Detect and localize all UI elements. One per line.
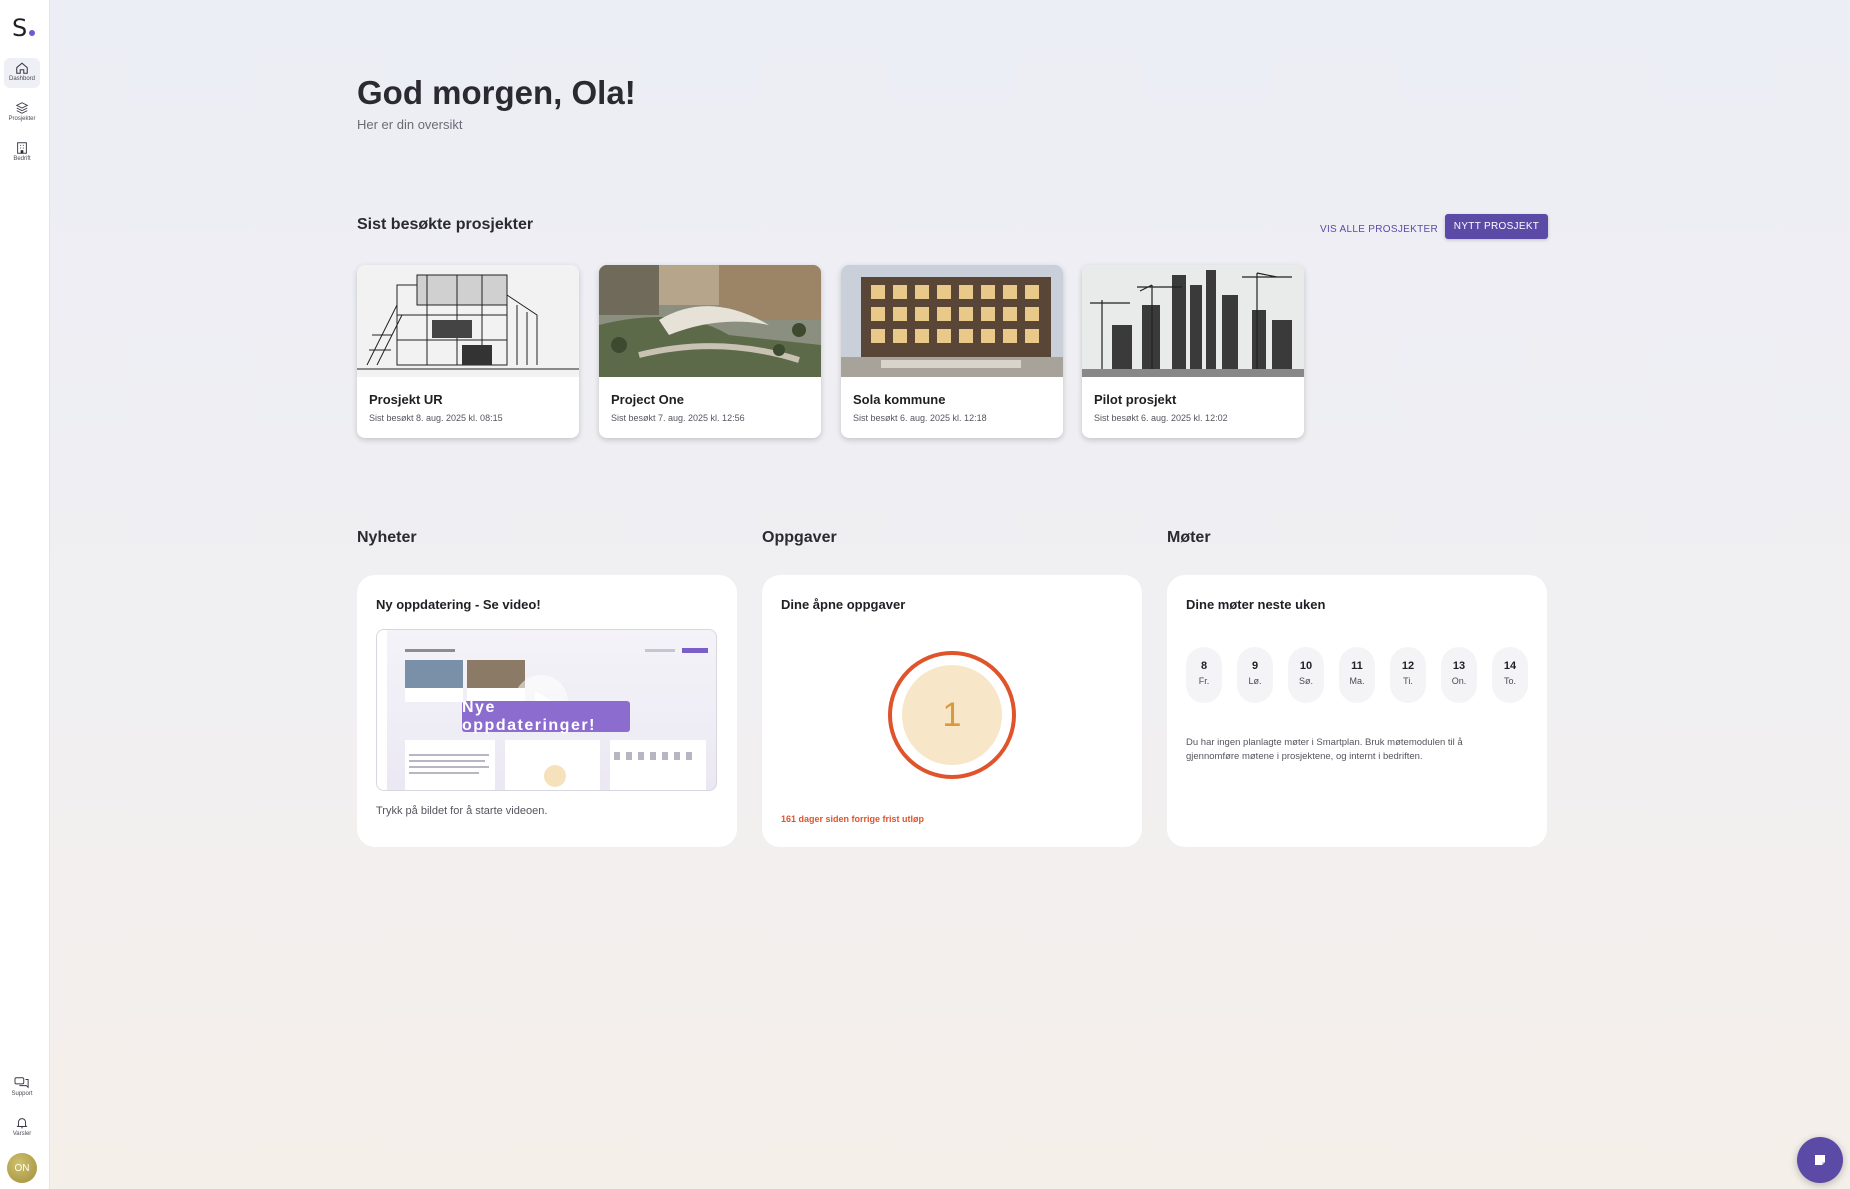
project-image: [599, 265, 821, 377]
sidebar-item-projects[interactable]: Prosjekter: [4, 98, 40, 128]
open-tasks-ring[interactable]: 1: [887, 650, 1017, 780]
day-number: 14: [1503, 660, 1517, 672]
project-card[interactable]: Prosjekt UR Sist besøkt 8. aug. 2025 kl.…: [357, 265, 579, 438]
home-icon: [16, 62, 28, 74]
day-weekday: Ma.: [1349, 676, 1365, 686]
day-number: 8: [1200, 660, 1208, 672]
page-title: God morgen, Ola!: [357, 74, 636, 111]
recent-projects-title: Sist besøkte prosjekter: [357, 216, 534, 233]
day-number: 10: [1299, 660, 1313, 672]
sidebar-item-label: Support: [11, 1091, 33, 1097]
project-last-visited: Sist besøkt 6. aug. 2025 kl. 12:18: [853, 413, 987, 423]
tasks-card-title: Dine åpne oppgaver: [781, 597, 906, 612]
page-subtitle: Her er din oversikt: [357, 117, 463, 132]
project-card[interactable]: Pilot prosjekt Sist besøkt 6. aug. 2025 …: [1082, 265, 1304, 438]
sidebar-item-label: Varsler: [12, 1131, 32, 1137]
day-number: 11: [1351, 660, 1363, 672]
calendar-day[interactable]: 9 Lø.: [1237, 647, 1273, 703]
chat-bubbles-icon: [14, 1077, 29, 1089]
day-number: 12: [1401, 660, 1415, 672]
project-image: [841, 265, 1063, 377]
news-video-thumbnail[interactable]: Nye oppdateringer!: [376, 629, 717, 791]
sidebar-item-dashboard[interactable]: Dashbord: [4, 58, 40, 88]
chat-icon: [1815, 1155, 1825, 1165]
no-meetings-info: Du har ingen planlagte møter i Smartplan…: [1186, 737, 1463, 762]
day-weekday: Ti.: [1403, 676, 1413, 686]
chat-widget-button[interactable]: [1797, 1137, 1843, 1183]
calendar-day[interactable]: 10 Sø.: [1288, 647, 1324, 703]
project-name: Prosjekt UR: [369, 392, 443, 407]
news-section-title: Nyheter: [357, 529, 417, 546]
project-name: Sola kommune: [853, 392, 946, 407]
sidebar-item-support[interactable]: Support: [4, 1073, 40, 1103]
meetings-card-title: Dine møter neste uken: [1186, 597, 1326, 612]
calendar-day[interactable]: 8 Fr.: [1186, 647, 1222, 703]
sidebar-item-notifications[interactable]: Varsler: [4, 1113, 40, 1143]
project-last-visited: Sist besøkt 6. aug. 2025 kl. 12:02: [1094, 413, 1228, 423]
meetings-card: Dine møter neste uken 8 Fr. 9 Lø. 10 Sø. 11…: [1167, 575, 1547, 847]
sidebar-item-label: Bedrift: [13, 156, 31, 162]
meetings-section-title: Møter: [1167, 529, 1211, 546]
news-card-title: Ny oppdatering - Se video!: [376, 597, 541, 612]
calendar-day[interactable]: 12 Ti.: [1390, 647, 1426, 703]
building-icon: [17, 142, 27, 154]
project-image: [1082, 265, 1304, 377]
project-name: Project One: [611, 392, 684, 407]
avatar[interactable]: ON: [7, 1153, 37, 1183]
day-weekday: To.: [1503, 676, 1516, 686]
tasks-card[interactable]: Dine åpne oppgaver 1 161 dager siden for…: [762, 575, 1142, 847]
app-logo[interactable]: S: [12, 14, 36, 42]
video-banner: Nye oppdateringer!: [462, 699, 630, 734]
calendar-day[interactable]: 13 On.: [1441, 647, 1477, 703]
project-image: [357, 265, 579, 377]
new-project-button[interactable]: NYTT PROSJEKT: [1445, 214, 1548, 239]
day-weekday: Lø.: [1248, 676, 1262, 686]
open-tasks-count: 1: [902, 665, 1002, 765]
day-number: 13: [1452, 660, 1466, 672]
tasks-section-title: Oppgaver: [762, 529, 837, 546]
day-weekday: Sø.: [1298, 676, 1313, 686]
sidebar-item-company[interactable]: Bedrift: [4, 138, 40, 168]
sidebar-item-label: Dashbord: [8, 76, 35, 82]
calendar-day[interactable]: 14 To.: [1492, 647, 1528, 703]
project-card[interactable]: Project One Sist besøkt 7. aug. 2025 kl.…: [599, 265, 821, 438]
video-caption: Trykk på bildet for å starte videoen.: [376, 805, 548, 817]
layers-icon: [15, 102, 29, 114]
overdue-warning: 161 dager siden forrige frist utløp: [781, 814, 925, 824]
sidebar-item-label: Prosjekter: [8, 116, 36, 122]
project-last-visited: Sist besøkt 8. aug. 2025 kl. 08:15: [369, 413, 503, 423]
project-name: Pilot prosjekt: [1094, 392, 1177, 407]
calendar-day[interactable]: 11 Ma.: [1339, 647, 1375, 703]
project-card[interactable]: Sola kommune Sist besøkt 6. aug. 2025 kl…: [841, 265, 1063, 438]
day-weekday: Fr.: [1198, 676, 1210, 686]
day-number: 9: [1251, 660, 1259, 672]
day-weekday: On.: [1451, 676, 1467, 686]
project-last-visited: Sist besøkt 7. aug. 2025 kl. 12:56: [611, 413, 745, 423]
news-card: Ny oppdatering - Se video! Nye oppdateri…: [357, 575, 737, 847]
sidebar: S Dashbord Prosjekter Bedrift Support Va…: [0, 0, 50, 1189]
bell-icon: [16, 1118, 28, 1129]
view-all-projects-button[interactable]: VIS ALLE PROSJEKTER: [1316, 218, 1442, 241]
